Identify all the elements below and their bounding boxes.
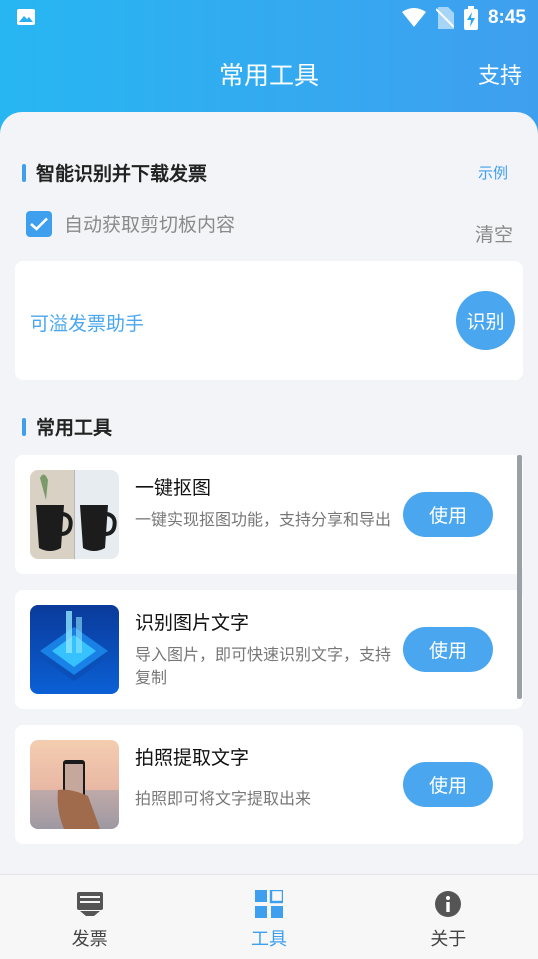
info-icon [433,889,463,919]
no-sim-icon [435,7,454,29]
invoice-icon [75,889,105,919]
phone-photo-thumbnail [30,740,119,829]
ai-chip-thumbnail [30,605,119,694]
cutout-thumbnail [30,470,119,559]
nav-label-tools: 工具 [250,929,287,950]
title-bar: 常用工具 支持 [0,50,538,98]
tool-description: 导入图片，即可快速识别文字，支持复制 [135,645,392,687]
section-accent-bar [22,163,26,182]
auto-clipboard-row: 自动获取剪切板内容 [26,210,235,237]
tool-description: 一键实现抠图功能，支持分享和导出 [135,510,392,529]
recognize-button[interactable]: 识别 [456,291,515,350]
tools-section-header: 常用工具 [22,413,112,440]
tool-name: 一键抠图 [135,477,212,499]
invoice-assistant-text: 可溢发票助手 [30,313,145,335]
main-content: 智能识别并下载发票 示例 自动获取剪切板内容 清空 可溢发票助手 识别 常用工具 [0,112,538,874]
example-link[interactable]: 示例 [478,162,508,183]
page-title: 常用工具 [218,61,319,90]
invoice-input-card[interactable]: 可溢发票助手 识别 [15,261,523,380]
status-time: 8:45 [487,7,526,28]
invoice-section-header: 智能识别并下载发票 [22,159,207,186]
image-notification-icon [17,9,35,25]
bottom-navigation: 发票 工具 关于 [0,874,538,959]
use-button-image-ocr[interactable]: 使用 [403,627,493,672]
wifi-icon [401,8,426,27]
auto-clipboard-checkbox[interactable] [26,210,52,237]
section-accent-bar [22,417,26,436]
nav-item-about[interactable]: 关于 [359,875,538,959]
invoice-section-title: 智能识别并下载发票 [36,163,208,185]
nav-item-tools[interactable]: 工具 [179,875,358,959]
tools-section-title: 常用工具 [36,417,113,439]
tool-card-photo-ocr[interactable]: 拍照提取文字 拍照即可将文字提取出来 使用 [15,725,523,844]
checkmark-icon [30,217,48,231]
tool-card-cutout[interactable]: 一键抠图 一键实现抠图功能，支持分享和导出 使用 [15,455,523,574]
support-button[interactable]: 支持 [478,58,522,90]
auto-clipboard-label: 自动获取剪切板内容 [64,214,236,236]
scrollbar[interactable] [517,455,522,699]
battery-charging-icon [463,6,478,30]
tool-description: 拍照即可将文字提取出来 [135,789,312,808]
use-button-photo-ocr[interactable]: 使用 [403,762,493,807]
use-button-cutout[interactable]: 使用 [403,492,493,537]
tool-name: 识别图片文字 [135,612,250,634]
tool-card-image-ocr[interactable]: 识别图片文字 导入图片，即可快速识别文字，支持复制 使用 [15,590,523,709]
grid-icon [254,889,284,919]
tool-name: 拍照提取文字 [135,747,250,769]
nav-item-invoice[interactable]: 发票 [0,875,179,959]
nav-label-invoice: 发票 [71,929,108,950]
clear-button[interactable]: 清空 [475,220,513,247]
status-bar: 8:45 [0,0,538,36]
nav-label-about: 关于 [430,929,467,950]
